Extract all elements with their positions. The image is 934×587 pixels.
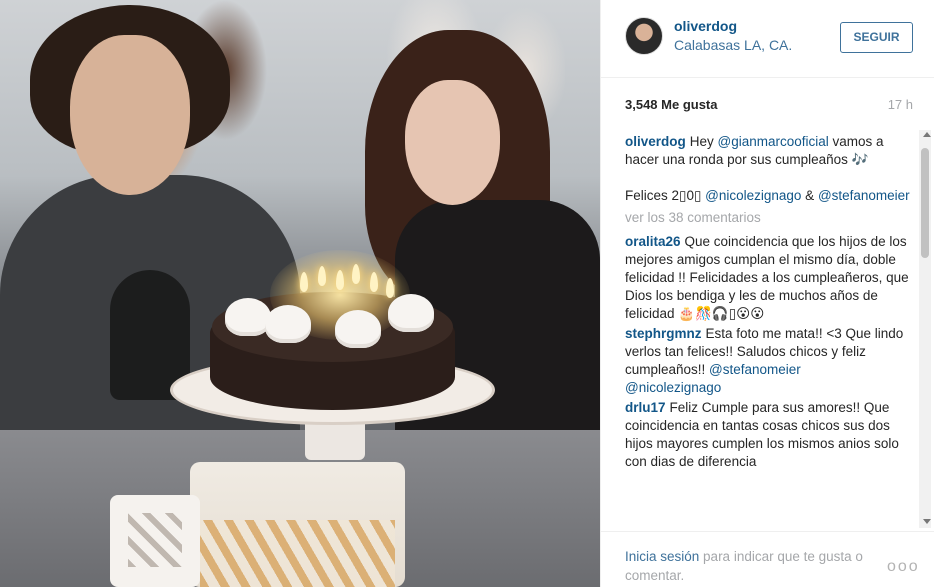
- post-header: oliverdog Calabasas LA, CA. SEGUIR: [601, 0, 934, 78]
- avatar[interactable]: [625, 17, 663, 55]
- likes-count[interactable]: 3,548 Me gusta: [625, 97, 718, 112]
- candle-flame: [336, 270, 344, 290]
- caption-paragraph: Felices 2▯0▯ @nicolezignago & @stefanome…: [625, 187, 921, 205]
- post-time[interactable]: 17 h: [888, 97, 913, 112]
- login-link[interactable]: Inicia sesión: [625, 549, 699, 564]
- mention-link[interactable]: @nicolezignago: [625, 380, 721, 395]
- caption: oliverdog Hey @gianmarcooficial vamos a h…: [625, 133, 921, 205]
- view-all-comments-link[interactable]: ver los 38 comentarios: [625, 209, 921, 227]
- comment-username[interactable]: oralita26: [625, 234, 681, 249]
- mention-link[interactable]: @stefanomeier: [818, 188, 910, 203]
- list-item: stephrgmnz Esta foto me mata!! <3 Que lin…: [625, 325, 921, 397]
- comments-list[interactable]: oliverdog Hey @gianmarcooficial vamos a h…: [625, 133, 921, 530]
- caption-text: Felices 2▯0▯: [625, 188, 706, 203]
- mention-link[interactable]: @gianmarcooficial: [718, 134, 829, 149]
- login-prompt: Inicia sesión para indicar que te gusta …: [625, 547, 885, 585]
- candle-flame: [318, 266, 326, 286]
- more-options-icon[interactable]: ooo: [887, 558, 920, 576]
- man-face: [70, 35, 190, 195]
- cream-swirl: [225, 298, 271, 336]
- cream-swirl: [265, 305, 311, 343]
- comment-username[interactable]: drlu17: [625, 400, 666, 415]
- instagram-post-modal: oliverdog Calabasas LA, CA. SEGUIR 3,548…: [0, 0, 934, 587]
- post-stats: 3,548 Me gusta 17 h: [625, 97, 913, 117]
- post-footer: Inicia sesión para indicar que te gusta …: [601, 531, 934, 587]
- candle-flame: [370, 272, 378, 292]
- mention-link[interactable]: @stefanomeier: [709, 362, 801, 377]
- cream-swirl: [335, 310, 381, 348]
- scroll-up-icon[interactable]: [923, 132, 931, 137]
- follow-button[interactable]: SEGUIR: [840, 22, 913, 53]
- comment-text: Feliz Cumple para sus amores!! Que coinc…: [625, 400, 899, 469]
- location-link[interactable]: Calabasas LA, CA.: [674, 37, 792, 53]
- candle-flame: [352, 264, 360, 284]
- candle-holder: [110, 495, 200, 587]
- comment-username[interactable]: oliverdog: [625, 134, 686, 149]
- list-item: drlu17 Feliz Cumple para sus amores!! Que…: [625, 399, 921, 471]
- woman-face: [405, 80, 500, 205]
- comment-username[interactable]: stephrgmnz: [625, 326, 702, 341]
- post-sidebar: oliverdog Calabasas LA, CA. SEGUIR 3,548…: [600, 0, 934, 587]
- cream-swirl: [388, 294, 434, 332]
- list-item: oralita26 Que coincidencia que los hijos …: [625, 233, 921, 323]
- scroll-down-icon[interactable]: [923, 519, 931, 524]
- tub-pattern: [200, 520, 395, 587]
- caption-text: Hey: [689, 134, 718, 149]
- mention-link[interactable]: @nicolezignago: [705, 188, 801, 203]
- candle-flame: [386, 278, 394, 298]
- candle-flame: [300, 272, 308, 292]
- caption-text: &: [801, 188, 818, 203]
- scrollbar-thumb[interactable]: [921, 148, 929, 258]
- username-link[interactable]: oliverdog: [674, 18, 737, 34]
- post-photo: [0, 0, 600, 587]
